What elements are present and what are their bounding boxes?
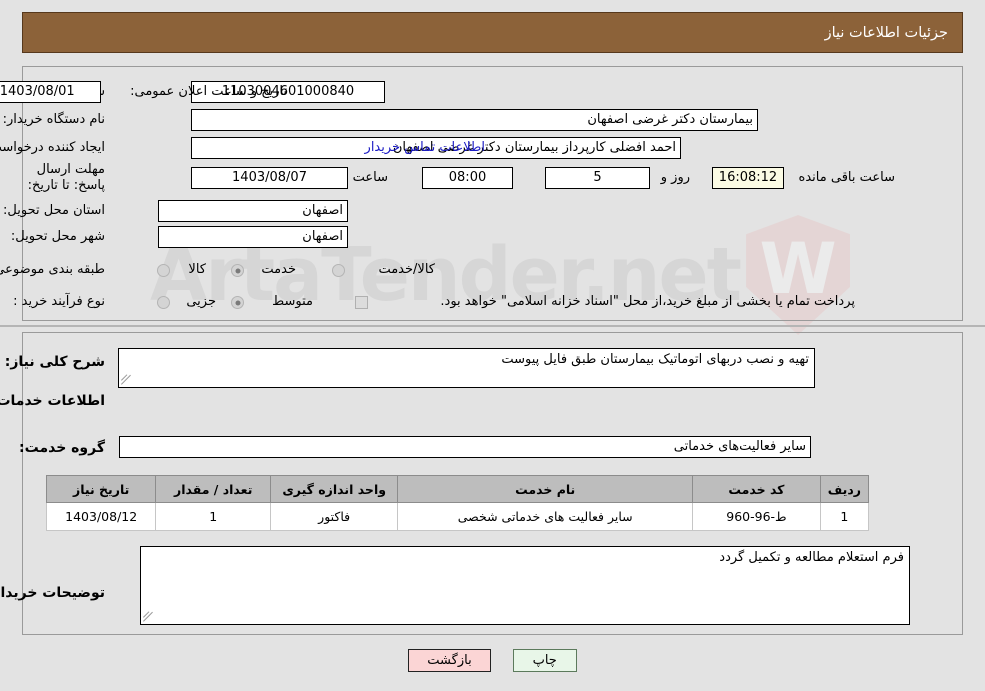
cell-unit: فاکتور: [270, 502, 399, 531]
delivery-province-field[interactable]: اصفهان: [158, 200, 348, 222]
resize-grip-icon-2[interactable]: [143, 611, 155, 623]
th-row-no: ردیف: [819, 475, 870, 503]
th-unit: واحد اندازه گیری: [270, 475, 399, 503]
radio-category-kala-label: کالا: [188, 262, 206, 277]
page-header-bar: جزئیات اطلاعات نیاز: [22, 12, 963, 53]
section-divider: [0, 325, 985, 327]
cell-service-code: ط-96-960: [692, 502, 821, 531]
need-info-panel: [22, 66, 963, 321]
treasury-bonds-label: پرداخت تمام یا بخشی از مبلغ خرید،از محل …: [440, 294, 855, 309]
th-service-code: کد خدمت: [692, 475, 821, 503]
radio-category-kala-khedmat[interactable]: [332, 264, 345, 277]
radio-category-khedmat-label: خدمت: [261, 262, 296, 277]
response-deadline-label: مهلت ارسال پاسخ: تا تاریخ:: [27, 162, 105, 193]
radio-process-jozii[interactable]: [157, 296, 170, 309]
th-need-date: تاریخ نیاز: [45, 475, 157, 503]
radio-category-kala[interactable]: [157, 264, 170, 277]
subject-classification-label: طبقه بندی موضوعی:: [0, 262, 105, 277]
delivery-province-label: استان محل تحویل:: [3, 203, 105, 218]
deadline-hour-field[interactable]: 08:00: [422, 167, 513, 189]
radio-process-motavasset[interactable]: [231, 296, 244, 309]
deadline-countdown-field: 16:08:12: [712, 167, 784, 189]
buyer-notes-label: توضیحات خریدار:: [0, 585, 105, 601]
deadline-days-field[interactable]: 5: [545, 167, 650, 189]
table-row: 1 ط-96-960 سایر فعالیت های خدماتی شخصی ف…: [45, 502, 870, 531]
th-service-name: نام خدمت: [397, 475, 694, 503]
buyer-notes-value: فرم استعلام مطالعه و تکمیل گردد: [719, 550, 904, 565]
buyer-contact-link[interactable]: اطلاعات تماس خریدار: [365, 140, 485, 156]
radio-process-motavasset-label: متوسط: [272, 294, 313, 309]
delivery-city-field[interactable]: اصفهان: [158, 226, 348, 248]
request-creator-label: ایجاد کننده درخواست:: [0, 140, 105, 155]
treasury-bonds-checkbox[interactable]: [355, 296, 368, 309]
general-description-label: شرح کلی نیاز:: [4, 354, 105, 370]
table-header-row: ردیف کد خدمت نام خدمت واحد اندازه گیری ت…: [45, 475, 870, 503]
general-description-textarea[interactable]: تهیه و نصب دربهای اتوماتیک بیمارستان طبق…: [118, 348, 815, 388]
resize-grip-icon[interactable]: [121, 374, 133, 386]
back-button[interactable]: بازگشت: [408, 649, 491, 672]
buyer-org-field[interactable]: بیمارستان دکتر غرضی اصفهان: [191, 109, 758, 131]
buyer-notes-textarea[interactable]: فرم استعلام مطالعه و تکمیل گردد: [140, 546, 910, 625]
cell-quantity: 1: [155, 502, 272, 531]
public-announcement-label: تاریخ و ساعت اعلان عمومی:: [130, 84, 287, 99]
footer-button-row: بازگشت چاپ: [0, 649, 985, 672]
page-title: جزئیات اطلاعات نیاز: [824, 24, 948, 41]
service-group-label: گروه خدمت:: [19, 440, 105, 456]
cell-need-date: 1403/08/12: [45, 502, 157, 531]
services-section-heading: اطلاعات خدمات مورد نیاز: [0, 393, 105, 409]
purchase-process-label: نوع فرآیند خرید :: [13, 294, 105, 309]
delivery-city-label: شهر محل تحویل:: [10, 229, 105, 244]
cell-row-no: 1: [819, 502, 870, 531]
service-group-field[interactable]: سایر فعالیت‌های خدماتی: [119, 436, 811, 458]
services-table: ردیف کد خدمت نام خدمت واحد اندازه گیری ت…: [45, 475, 870, 531]
deadline-hour-label: ساعت: [352, 170, 388, 185]
radio-category-khedmat[interactable]: [231, 264, 244, 277]
radio-category-kala-khedmat-label: کالا/خدمت: [378, 262, 435, 277]
print-button[interactable]: چاپ: [512, 649, 577, 672]
deadline-days-label: روز و: [660, 170, 690, 185]
buyer-org-label: نام دستگاه خریدار:: [2, 112, 105, 127]
th-quantity: تعداد / مقدار: [155, 475, 272, 503]
deadline-remaining-label: ساعت باقی مانده: [798, 170, 895, 185]
general-description-value: تهیه و نصب دربهای اتوماتیک بیمارستان طبق…: [501, 352, 809, 367]
cell-service-name: سایر فعالیت های خدماتی شخصی: [397, 502, 694, 531]
public-announcement-field[interactable]: 1403/08/01 - 15:28: [0, 81, 101, 103]
response-deadline-date-field[interactable]: 1403/08/07: [191, 167, 348, 189]
radio-process-jozii-label: جزیی: [186, 294, 216, 309]
